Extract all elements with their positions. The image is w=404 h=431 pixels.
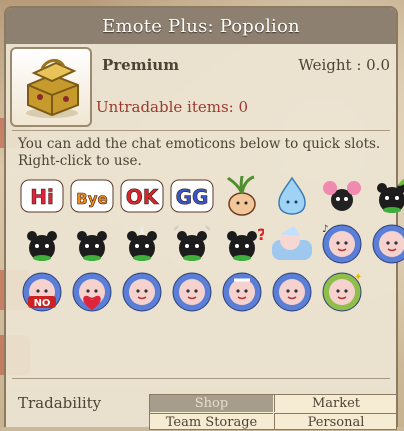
divider	[12, 130, 390, 131]
bear-alarm-emote[interactable]	[170, 222, 214, 266]
cheer-emote[interactable]	[320, 174, 364, 218]
tradability-table: Shop Market Team Storage Personal	[149, 394, 397, 430]
svg-text:Hi: Hi	[30, 185, 54, 209]
bear-angry-emote[interactable]	[20, 222, 64, 266]
trade-market: Market	[274, 395, 397, 412]
sleep-emote[interactable]	[270, 222, 314, 266]
popolion-sad-emote[interactable]	[270, 270, 314, 314]
bear-question-emote[interactable]: ?	[220, 222, 266, 266]
gg-emote[interactable]: GG	[170, 174, 214, 218]
tooltip-title: Emote Plus: Popolion	[6, 8, 396, 44]
svg-text:GG: GG	[176, 185, 209, 209]
popolion-sparkle-emote[interactable]: ✦	[320, 270, 364, 314]
bear-sprout-emote[interactable]	[370, 174, 404, 218]
item-tooltip: Emote Plus: Popolion Premium Weight : 0.…	[4, 6, 404, 430]
svg-text:✦: ✦	[354, 272, 362, 283]
svg-text:?: ?	[257, 225, 264, 244]
bear-horn-emote[interactable]	[120, 222, 164, 266]
popolion-smile-emote[interactable]	[370, 222, 404, 266]
svg-text:♪: ♪	[322, 224, 328, 235]
svg-text:Bye: Bye	[76, 190, 107, 208]
item-description: You can add the chat emoticons below to …	[18, 136, 381, 169]
water-spirit-emote[interactable]	[270, 174, 314, 218]
popolion-sick-emote[interactable]	[220, 270, 264, 314]
popolion-love-emote[interactable]	[70, 270, 114, 314]
popolion-shock-emote[interactable]	[170, 270, 214, 314]
trade-team-storage: Team Storage	[150, 413, 273, 430]
divider	[12, 378, 390, 379]
bye-emote[interactable]: Bye	[70, 174, 114, 218]
hi-emote[interactable]: Hi	[20, 174, 64, 218]
golden-chest-icon	[10, 47, 92, 127]
trade-shop: Shop	[150, 395, 273, 412]
svg-text:OK: OK	[126, 185, 160, 209]
trade-personal: Personal	[274, 413, 397, 430]
tradability-label: Tradability	[18, 394, 102, 412]
popolion-no-emote[interactable]: NO	[20, 270, 64, 314]
item-grade: Premium	[102, 56, 180, 74]
bear-sigh-emote[interactable]	[70, 222, 114, 266]
ok-emote[interactable]: OK	[120, 174, 164, 218]
popolion-cry-emote[interactable]	[120, 270, 164, 314]
item-weight: Weight : 0.0	[298, 56, 390, 74]
popolion-music-emote[interactable]: ♪	[320, 222, 364, 266]
onion-emote[interactable]	[220, 174, 264, 218]
svg-text:NO: NO	[34, 298, 51, 309]
untradable-count: Untradable items: 0	[96, 98, 249, 116]
